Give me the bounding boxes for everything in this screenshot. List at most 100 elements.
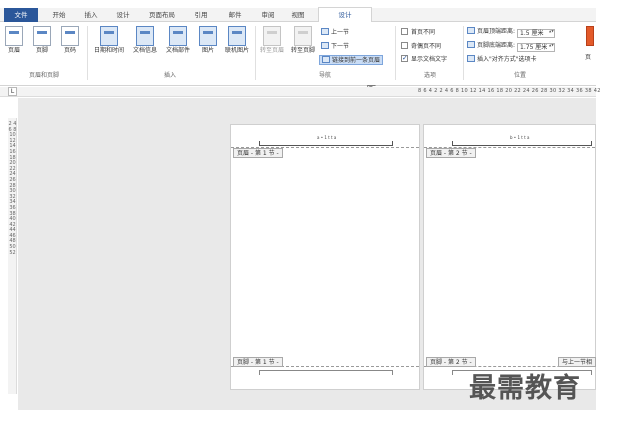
page-number-button-label: 页码 [63,47,76,54]
close-header-footer-button[interactable]: 页 [580,26,596,62]
tab-selector-button[interactable]: L [8,87,17,96]
group-divider [395,26,396,80]
footer-line [259,370,393,375]
goto-footer-label: 转至页脚 [290,47,315,54]
watermark-logo: 最需教育 [469,373,581,404]
checkbox-box [401,28,408,35]
doc-parts-button[interactable]: 文档部件 [163,26,193,55]
header-text: a • 1 t t a [317,135,337,140]
header-button[interactable]: 页眉 [2,26,26,55]
doc-info-icon [136,26,154,46]
tab-mailings[interactable]: 邮件 [220,8,250,22]
header-from-top-spinner[interactable]: 1.5 厘米 [517,29,556,38]
goto-header-label: 转至页眉 [259,47,284,54]
footer-button[interactable]: 页脚 [30,26,54,55]
doc-info-button[interactable]: 文档信息 [130,26,160,55]
vertical-ruler-scale: 2 4 6 8 10 12 14 16 18 20 22 24 26 28 30… [8,121,17,256]
doc-info-label: 文档信息 [132,47,157,54]
close-header-footer-label: 页 [584,54,591,61]
calendar-icon [100,26,118,46]
different-odd-even-label: 奇偶页不同 [411,43,442,50]
header-underline [259,141,393,146]
footer-button-label: 页脚 [35,47,48,54]
footer-from-bottom-spinner[interactable]: 1.75 厘米 [517,43,556,52]
prev-section-icon [321,28,329,35]
different-odd-even-checkbox[interactable]: 奇偶页不同 [401,42,441,52]
group-label-insert: 插入 [163,72,176,79]
goto-footer-icon [294,26,312,46]
tab-references[interactable]: 引用 [186,8,216,22]
header-button-label: 页眉 [7,47,20,54]
online-picture-label: 联机图片 [224,47,249,54]
footer-position-icon [467,41,475,48]
prev-section-button[interactable]: 上一节 [321,28,349,38]
header-position-icon [467,27,475,34]
online-picture-icon [228,26,246,46]
group-divider [463,26,464,80]
page-number-button[interactable]: 页码 [58,26,82,55]
align-tab-icon [467,55,475,62]
insert-align-tab-label: 插入"对齐方式"选项卡 [477,56,537,63]
vertical-ruler[interactable]: 2 4 6 8 10 12 14 16 18 20 22 24 26 28 30… [8,118,17,394]
document-area[interactable]: a • 1 t t a 页眉 - 第 1 节 - 页脚 - 第 1 节 - b … [18,98,597,410]
goto-header-icon [263,26,281,46]
header-section-tag: 页眉 - 第 2 节 - [426,148,476,158]
header-text: b • 1 t t a [510,135,530,140]
date-time-button[interactable]: 日期和时间 [92,26,126,55]
footer-icon [33,26,51,46]
next-section-icon [321,42,329,49]
group-label-header-footer: 页眉和页脚 [28,72,59,79]
header-underline [452,141,592,146]
ribbon: 页眉 页脚 页码 页眉和页脚 日期和时间 文档信息 文档部件 图片 联机图片 插… [0,22,596,96]
group-divider [87,26,88,80]
header-section-tag: 页眉 - 第 1 节 - [233,148,283,158]
tab-view[interactable]: 视图 [284,8,312,22]
group-divider [255,26,256,80]
link-previous-icon [322,56,330,63]
picture-icon [199,26,217,46]
different-first-page-checkbox[interactable]: 首页不同 [401,28,435,38]
header-from-top-label: 页眉顶端距离: [477,28,516,35]
prev-section-label: 上一节 [331,29,350,36]
picture-button[interactable]: 图片 [196,26,220,55]
tab-review[interactable]: 审阅 [254,8,282,22]
tab-file[interactable]: 文件 [4,8,38,22]
horizontal-ruler[interactable]: L 8 6 4 2 2 4 6 8 10 12 14 16 18 20 22 2… [0,87,600,97]
insert-align-tab-button[interactable]: 插入"对齐方式"选项卡 [467,55,537,65]
footer-section-tag: 页脚 - 第 1 节 - [233,357,283,367]
tab-home[interactable]: 开始 [44,8,74,22]
header-icon [5,26,23,46]
group-label-options: 选项 [423,72,436,79]
group-label-navigation: 导航 [318,72,331,79]
date-time-label: 日期和时间 [93,47,124,54]
tab-insert[interactable]: 插入 [78,8,104,22]
doc-parts-label: 文档部件 [165,47,190,54]
online-picture-button[interactable]: 联机图片 [222,26,252,55]
next-section-label: 下一节 [331,43,350,50]
goto-footer-button[interactable]: 转至页脚 [289,26,317,55]
tab-design[interactable]: 设计 [108,8,138,22]
page-number-icon [61,26,79,46]
ruler-scale: 8 6 4 2 2 4 6 8 10 12 14 16 18 20 22 24 … [418,88,601,94]
show-doc-text-label: 显示文档文字 [411,56,448,63]
checkbox-box [401,42,408,49]
link-previous-label: 链接到前一条页眉 [332,57,381,64]
footer-from-bottom-label: 页脚底端距离: [477,42,516,49]
picture-label: 图片 [201,47,214,54]
checkbox-checked [401,53,408,63]
tab-header-footer-design[interactable]: 设计 [318,7,372,22]
next-section-button[interactable]: 下一节 [321,42,349,52]
group-label-position: 位置 [513,72,526,79]
different-first-page-label: 首页不同 [411,29,436,36]
goto-header-button[interactable]: 转至页眉 [258,26,286,55]
show-doc-text-checkbox[interactable]: 显示文档文字 [401,53,448,65]
doc-parts-icon [169,26,187,46]
link-to-previous-button[interactable]: 链接到前一条页眉 [319,55,384,65]
ribbon-tab-bar: 文件 开始 插入 设计 页面布局 引用 邮件 审阅 视图 设计 [0,7,596,22]
page-1[interactable]: a • 1 t t a 页眉 - 第 1 节 - 页脚 - 第 1 节 - [230,124,420,390]
footer-from-bottom-field[interactable]: 页脚底端距离: 1.75 厘米 [467,41,556,52]
tab-page-layout[interactable]: 页面布局 [142,8,182,22]
header-from-top-field[interactable]: 页眉顶端距离: 1.5 厘米 [467,27,556,38]
page-2[interactable]: b • 1 t t a 页眉 - 第 2 节 - 页脚 - 第 2 节 - 与上… [423,124,597,390]
close-icon [586,26,594,46]
